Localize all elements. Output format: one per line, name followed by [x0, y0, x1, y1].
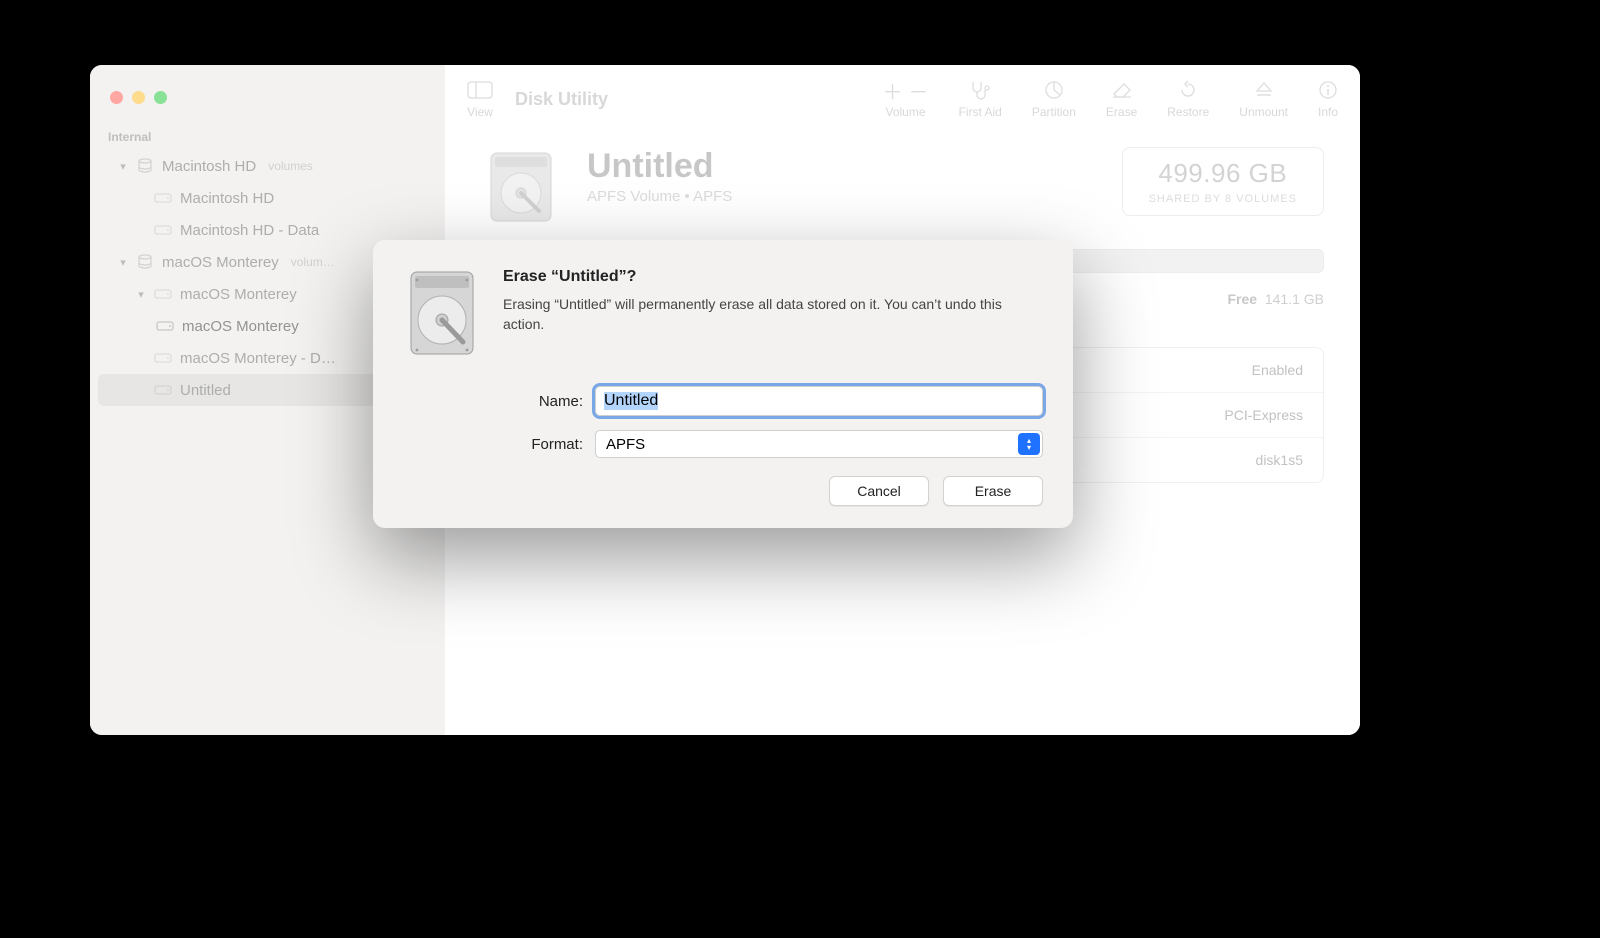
sidebar-item-label: Untitled	[180, 382, 231, 399]
window-title: Disk Utility	[515, 89, 608, 110]
name-label: Name:	[503, 393, 583, 410]
sidebar-item-label: Macintosh HD	[180, 190, 274, 207]
volume-subtitle: APFS Volume • APFS	[587, 188, 732, 205]
toolbar-label: First Aid	[959, 105, 1002, 119]
toolbar: View Disk Utility ＋－ Volume First Aid	[445, 65, 1360, 127]
toolbar-volume-button[interactable]: ＋－ Volume	[883, 79, 929, 119]
chevron-down-icon: ▾	[136, 288, 146, 301]
zoom-window-button[interactable]	[154, 91, 167, 104]
drive-stack-icon	[136, 253, 154, 271]
capacity-value: 499.96 GB	[1149, 158, 1297, 189]
sidebar-toggle-icon	[467, 79, 493, 101]
toolbar-first-aid-button[interactable]: First Aid	[959, 79, 1002, 119]
disk-icon	[154, 189, 172, 207]
stethoscope-icon	[969, 79, 991, 101]
volume-name: Untitled	[587, 147, 732, 186]
toolbar-unmount-button[interactable]: Unmount	[1239, 79, 1288, 119]
cancel-button[interactable]: Cancel	[829, 476, 929, 506]
disk-icon	[154, 221, 172, 239]
toolbar-label: View	[467, 105, 493, 119]
dialog-form: Name: Format: APFS	[503, 386, 1043, 458]
close-window-button[interactable]	[110, 91, 123, 104]
toolbar-label: Erase	[1106, 105, 1137, 119]
chevron-down-icon: ▾	[118, 160, 128, 173]
toolbar-info-button[interactable]: Info	[1318, 79, 1338, 119]
format-select[interactable]: APFS	[595, 430, 1043, 458]
info-device: disk1s5	[1256, 452, 1303, 468]
dialog-title: Erase “Untitled”?	[503, 268, 1023, 286]
info-icon	[1318, 79, 1338, 101]
toolbar-label: Info	[1318, 105, 1338, 119]
dialog-description: Erasing “Untitled” will permanently eras…	[503, 294, 1023, 335]
toolbar-label: Partition	[1032, 105, 1076, 119]
sidebar-item-label: macOS Monterey	[182, 318, 299, 335]
restore-icon	[1178, 79, 1198, 101]
sidebar-item-suffix: volumes	[268, 159, 313, 173]
toolbar-erase-button[interactable]: Erase	[1106, 79, 1137, 119]
info-connection: PCI-Express	[1224, 407, 1303, 423]
capacity-box: 499.96 GB SHARED BY 8 VOLUMES	[1122, 147, 1324, 216]
minimize-window-button[interactable]	[132, 91, 145, 104]
plus-minus-icon: ＋－	[883, 79, 929, 101]
toolbar-label: Volume	[886, 105, 926, 119]
disk-icon	[154, 381, 172, 399]
info-owners: Enabled	[1252, 362, 1303, 378]
toolbar-label: Restore	[1167, 105, 1209, 119]
drive-stack-icon	[136, 157, 154, 175]
free-label: Free	[1227, 291, 1257, 307]
erase-dialog: Erase “Untitled”? Erasing “Untitled” wil…	[373, 240, 1073, 528]
toolbar-view-button[interactable]: View	[467, 79, 493, 119]
eject-icon	[1254, 79, 1274, 101]
disk-icon	[154, 285, 172, 303]
erase-button[interactable]: Erase	[943, 476, 1043, 506]
capacity-subtitle: SHARED BY 8 VOLUMES	[1149, 193, 1297, 205]
pie-icon	[1044, 79, 1064, 101]
toolbar-label: Unmount	[1239, 105, 1288, 119]
drive-icon	[403, 268, 481, 358]
sidebar-section-internal: Internal	[90, 126, 445, 150]
sidebar-item-label: macOS Monterey - D…	[180, 350, 336, 367]
disk-icon	[156, 317, 174, 335]
window-controls	[90, 83, 445, 126]
sidebar-item-label: Macintosh HD	[162, 158, 256, 175]
toolbar-partition-button[interactable]: Partition	[1032, 79, 1076, 119]
toolbar-restore-button[interactable]: Restore	[1167, 79, 1209, 119]
drive-large-icon	[481, 147, 561, 227]
disk-icon	[154, 349, 172, 367]
sidebar-item-macintosh-hd-container[interactable]: ▾ Macintosh HD volumes	[98, 150, 437, 182]
name-input[interactable]	[595, 386, 1043, 416]
sidebar-item-label: macOS Monterey	[180, 286, 297, 303]
sidebar-item-label: Macintosh HD - Data	[180, 222, 319, 239]
sidebar-item-label: macOS Monterey	[162, 254, 279, 271]
volume-header: Untitled APFS Volume • APFS 499.96 GB SH…	[445, 127, 1360, 237]
sidebar-item-suffix: volum…	[291, 255, 335, 269]
sidebar-item-macintosh-hd[interactable]: Macintosh HD	[98, 182, 437, 214]
format-label: Format:	[503, 436, 583, 453]
erase-icon	[1111, 79, 1133, 101]
free-value: 141.1 GB	[1265, 291, 1324, 307]
chevron-down-icon: ▾	[118, 256, 128, 269]
